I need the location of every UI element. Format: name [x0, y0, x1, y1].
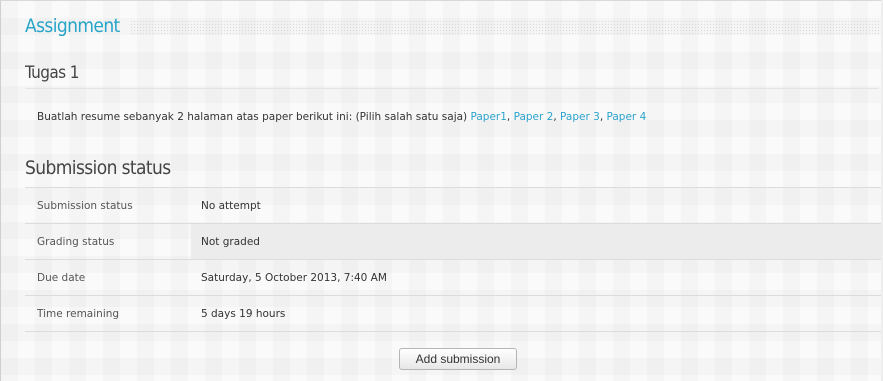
assignment-description: Buatlah resume sebanyak 2 halaman atas p… — [37, 111, 646, 123]
paper-link-4[interactable]: Paper 4 — [607, 111, 647, 123]
description-text: Buatlah resume sebanyak 2 halaman atas p… — [37, 111, 468, 123]
assignment-page: Assignment Tugas 1 Buatlah resume sebany… — [0, 0, 883, 381]
row-label: Submission status — [37, 199, 133, 212]
link-separator: , — [553, 111, 557, 123]
row-value: Saturday, 5 October 2013, 7:40 AM — [201, 271, 387, 284]
add-submission-button[interactable]: Add submission — [399, 348, 517, 370]
paper-link-1[interactable]: Paper1 — [470, 111, 506, 123]
link-separator: , — [599, 111, 604, 123]
row-value: 5 days 19 hours — [201, 307, 286, 320]
row-value: No attempt — [201, 199, 261, 212]
table-row: Grading status Not graded — [25, 223, 881, 259]
title-dotted-rule — [129, 20, 879, 34]
section-title-row: Assignment — [25, 12, 879, 40]
row-label: Grading status — [37, 235, 115, 248]
submission-status-table: Submission status No attempt Grading sta… — [25, 187, 881, 332]
link-separator: , — [506, 111, 511, 123]
table-row: Due date Saturday, 5 October 2013, 7:40 … — [25, 259, 881, 295]
section-title: Assignment — [25, 15, 120, 37]
row-value: Not graded — [191, 224, 881, 259]
table-row: Time remaining 5 days 19 hours — [25, 295, 881, 332]
paper-link-2[interactable]: Paper 2 — [514, 111, 554, 123]
row-label: Due date — [37, 271, 86, 284]
row-label: Time remaining — [37, 307, 120, 320]
table-row: Submission status No attempt — [25, 187, 881, 223]
assignment-name: Tugas 1 — [25, 60, 879, 89]
submission-status-heading: Submission status — [25, 157, 171, 179]
paper-link-3[interactable]: Paper 3 — [560, 111, 600, 123]
